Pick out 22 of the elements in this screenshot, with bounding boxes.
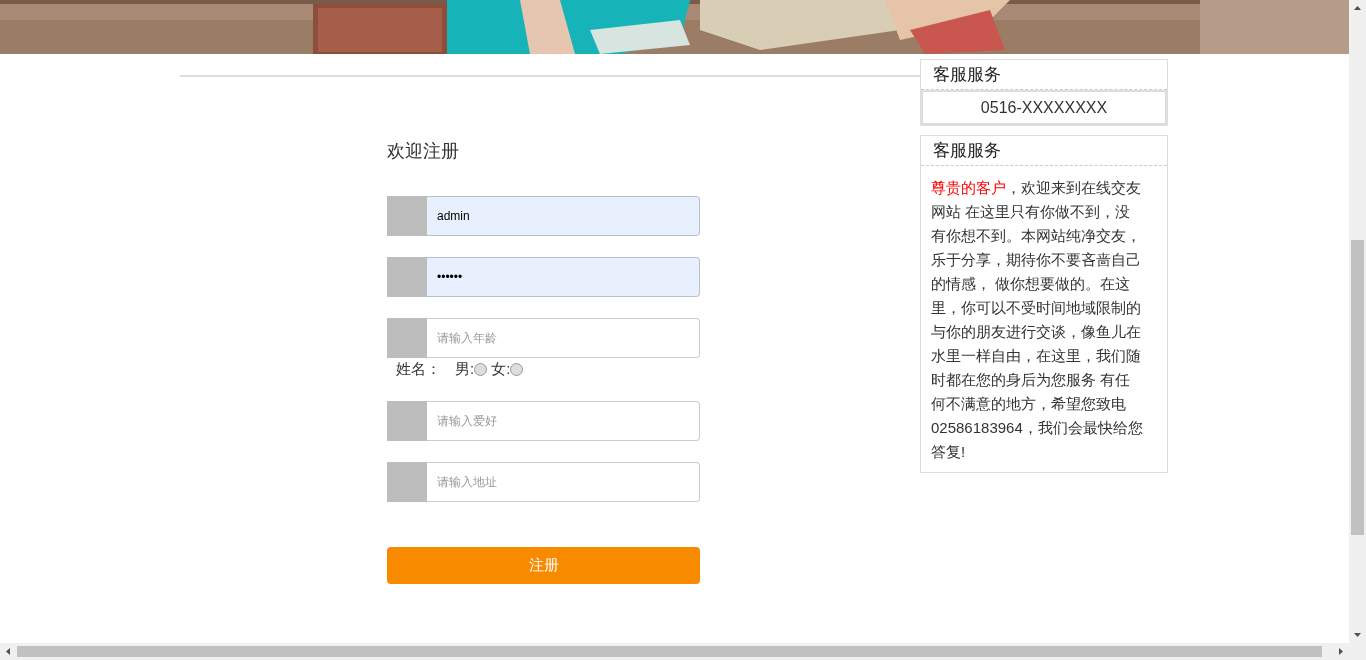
input-field[interactable]: ••••••: [427, 257, 700, 297]
field-icon-block: [387, 257, 427, 297]
form-title: 欢迎注册: [387, 140, 460, 163]
input-field[interactable]: 请输入地址: [427, 462, 700, 502]
field-icon-block: [387, 196, 427, 236]
phone-number: 0516-XXXXXXXX: [921, 90, 1167, 125]
horizontal-scrollbar[interactable]: [0, 643, 1366, 660]
card-title: 客服服务: [933, 140, 1001, 162]
vertical-scrollbar[interactable]: [1349, 0, 1366, 643]
field-icon-block: [387, 401, 427, 441]
field-icon-block: [387, 318, 427, 358]
input-field[interactable]: 请输入年龄: [427, 318, 700, 358]
field-icon-block: [387, 462, 427, 502]
radio-button[interactable]: [474, 362, 488, 376]
radio-label: 男:: [455, 359, 475, 379]
notice-text: 尊贵的客户，欢迎来到在线交友网站 在这里只有你做不到，没有你想不到。本网站纯净交友，乐于分享，期待你不要吝啬自己的情感， 做你想要做的。在这里，你可以不受时间地域限制的与你的朋友进行交谈，像鱼儿在水里一样自由，在这里，我们随时都在您的身后为您服务 有任何不满意的地方，希望您致电02586183964，我们会最快给您答复!: [930, 178, 1144, 462]
input-field[interactable]: admin: [427, 196, 700, 236]
radio-button[interactable]: [510, 362, 524, 376]
input-field[interactable]: 请输入爱好: [427, 401, 700, 441]
radio-label: 女:: [491, 359, 511, 379]
gender-label: 姓名：: [396, 359, 441, 379]
card-title: 客服服务: [933, 64, 1001, 86]
